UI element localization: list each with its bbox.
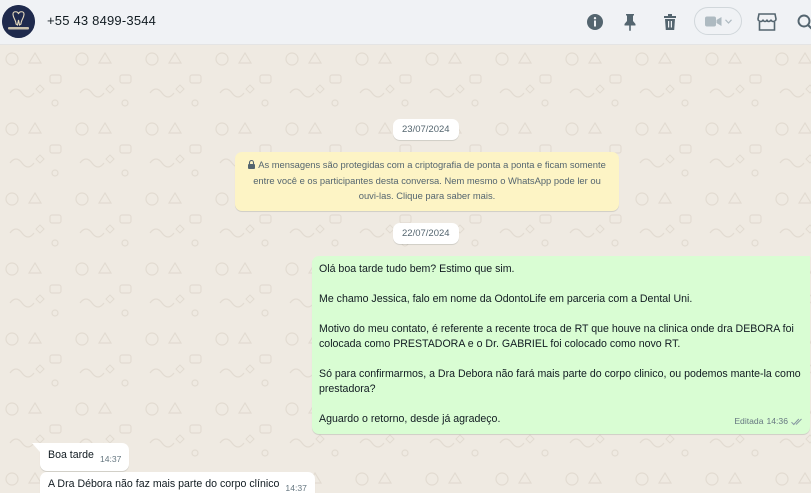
video-call-button[interactable] xyxy=(694,7,742,35)
outgoing-message[interactable]: Olá boa tarde tudo bem? Estimo que sim. … xyxy=(312,256,810,434)
date-separator: 23/07/2024 xyxy=(393,119,459,140)
edited-label: Editada xyxy=(734,416,764,426)
chevron-down-icon xyxy=(724,18,732,24)
date-separator: 22/07/2024 xyxy=(393,223,459,244)
message-time: 14:37 xyxy=(99,454,122,464)
pin-icon[interactable] xyxy=(619,11,641,33)
store-icon[interactable] xyxy=(756,11,778,33)
video-call-icon xyxy=(704,16,721,26)
contact-avatar[interactable] xyxy=(2,5,35,38)
message-time: 14:37 xyxy=(285,483,307,493)
search-icon[interactable] xyxy=(794,11,811,33)
double-check-icon xyxy=(791,418,802,425)
encryption-notice-text: As mensagens são protegidas com a cripto… xyxy=(253,159,606,201)
bubble-tail xyxy=(32,443,40,452)
message-text: Boa tarde xyxy=(48,449,94,461)
message-time: 14:36 xyxy=(766,416,788,426)
odontolife-logo xyxy=(2,5,35,38)
encryption-notice[interactable]: As mensagens são protegidas com a cripto… xyxy=(235,152,619,211)
contact-name[interactable]: +55 43 8499-3544 xyxy=(47,13,156,28)
lock-icon xyxy=(248,158,256,173)
delete-icon[interactable] xyxy=(659,11,681,33)
message-meta: Editada 14:36 xyxy=(734,414,804,429)
info-icon[interactable] xyxy=(584,11,606,33)
message-text: A Dra Débora não faz mais parte do corpo… xyxy=(48,478,280,490)
incoming-message[interactable]: A Dra Débora não faz mais parte do corpo… xyxy=(40,472,315,493)
message-text: Olá boa tarde tudo bem? Estimo que sim. … xyxy=(319,263,801,425)
chat-header: +55 43 8499-3544 xyxy=(0,0,811,45)
chat-panel[interactable]: 23/07/2024 As mensagens são protegidas c… xyxy=(0,45,811,493)
incoming-message[interactable]: Boa tarde 14:37 xyxy=(40,443,130,471)
